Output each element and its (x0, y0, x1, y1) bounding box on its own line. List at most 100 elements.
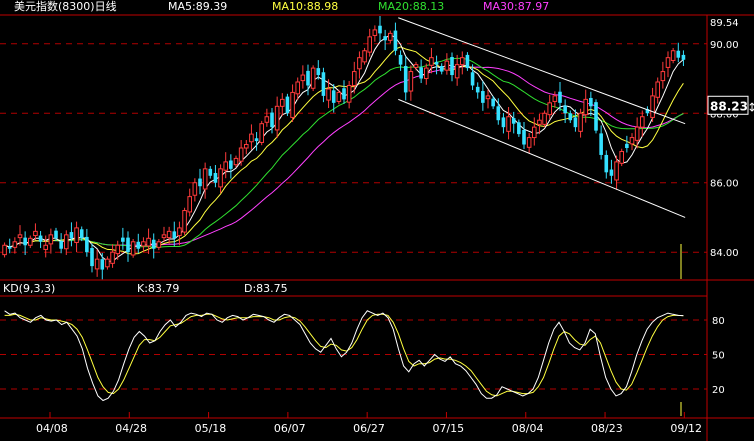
candle-body (94, 258, 100, 270)
candle-body (542, 112, 547, 125)
candle-body (233, 157, 239, 166)
candle-body (38, 235, 43, 242)
candle-body (172, 231, 177, 239)
candle-body (419, 67, 423, 79)
candle-body (33, 230, 38, 237)
candle-body (166, 230, 172, 239)
candle-body (423, 67, 429, 80)
candle-body (105, 258, 110, 268)
candle-body (465, 54, 470, 69)
candle-body (249, 133, 254, 143)
candle-body (90, 248, 94, 267)
candle-body (146, 237, 151, 247)
candle-body (100, 259, 105, 270)
candle-body (413, 64, 419, 68)
candle-body (393, 30, 398, 51)
candle-body (547, 102, 553, 116)
candles (2, 16, 686, 280)
candle-body (434, 61, 439, 65)
candle-body (12, 241, 18, 248)
candle-body (676, 50, 681, 58)
candle-body (454, 64, 460, 79)
k-line (4, 310, 684, 402)
candle-body (238, 147, 244, 162)
candle-body (614, 161, 619, 181)
candle-body (604, 154, 609, 173)
top-value-label: 89.54 (710, 18, 739, 29)
candle-body (481, 91, 485, 103)
candle-body (321, 72, 326, 96)
candle-body (470, 72, 475, 86)
candle-body (526, 137, 532, 148)
candle-body (17, 234, 23, 239)
candle-body (141, 241, 146, 247)
candle-body (362, 50, 367, 63)
candle-body (85, 236, 89, 253)
candle-body (511, 118, 516, 124)
candle-body (342, 88, 346, 100)
candle-body (126, 237, 130, 253)
moving-averages (4, 34, 684, 262)
candle-body (54, 230, 58, 239)
chart-title: 美元指数(8300)日线 (14, 0, 117, 13)
candle-body (491, 98, 495, 107)
candle-body (650, 95, 655, 118)
candle-body (306, 70, 310, 86)
candle-body (558, 91, 562, 103)
candle-body (151, 239, 156, 249)
candle-body (367, 36, 373, 53)
candle-body (121, 237, 125, 242)
candle-body (403, 66, 408, 93)
candle-body (501, 117, 506, 128)
candle-body (336, 91, 342, 102)
candle-body (110, 251, 115, 264)
kd-tick-label: 80 (712, 316, 725, 327)
candle-body (136, 241, 141, 249)
candle-body (531, 126, 537, 139)
candle-body (43, 244, 49, 250)
k-readout: K:83.79 (137, 282, 180, 295)
date-tick-label: 07/15 (432, 422, 464, 435)
candle-body (398, 54, 403, 65)
candle-body (346, 84, 352, 103)
ma20-readout: MA20:88.13 (378, 0, 445, 13)
candle-body (59, 241, 63, 249)
candle-body (351, 71, 357, 86)
candle-body (681, 54, 686, 60)
date-tick-label: 08/04 (512, 422, 544, 435)
price-tick-label: 86.00 (710, 179, 739, 190)
candle-body (23, 237, 27, 246)
date-tick-label: 06/07 (274, 422, 306, 435)
candle-body (2, 244, 7, 256)
candle-body (408, 71, 414, 92)
candle-body (594, 102, 598, 131)
candle-body (229, 160, 233, 169)
candle-body (429, 57, 434, 66)
candle-body (264, 116, 270, 123)
candle-body (583, 98, 589, 116)
candle-body (279, 98, 285, 107)
candle-body (599, 133, 603, 155)
candle-body (573, 117, 578, 128)
candle-body (223, 161, 229, 171)
stock-chart: 90.0088.0086.0084.0089.5488.23↕80502004/… (0, 14, 754, 441)
candle-body (326, 88, 331, 101)
candle-body (7, 246, 12, 249)
candle-body (130, 241, 136, 256)
candle-body (198, 178, 202, 187)
candle-body (27, 237, 33, 246)
date-tick-label: 08/23 (591, 422, 623, 435)
candle-body (378, 25, 382, 34)
candle-body (218, 168, 223, 188)
candle-body (485, 95, 491, 100)
candle-body (670, 50, 676, 61)
candle-body (48, 234, 54, 245)
candle-body (310, 67, 316, 89)
candle-body (568, 113, 573, 121)
candle-body (372, 29, 378, 36)
candle-body (285, 96, 290, 114)
candle-body (243, 144, 249, 149)
candle-body (295, 81, 301, 95)
candle-body (383, 36, 387, 41)
candle-body (69, 232, 74, 239)
